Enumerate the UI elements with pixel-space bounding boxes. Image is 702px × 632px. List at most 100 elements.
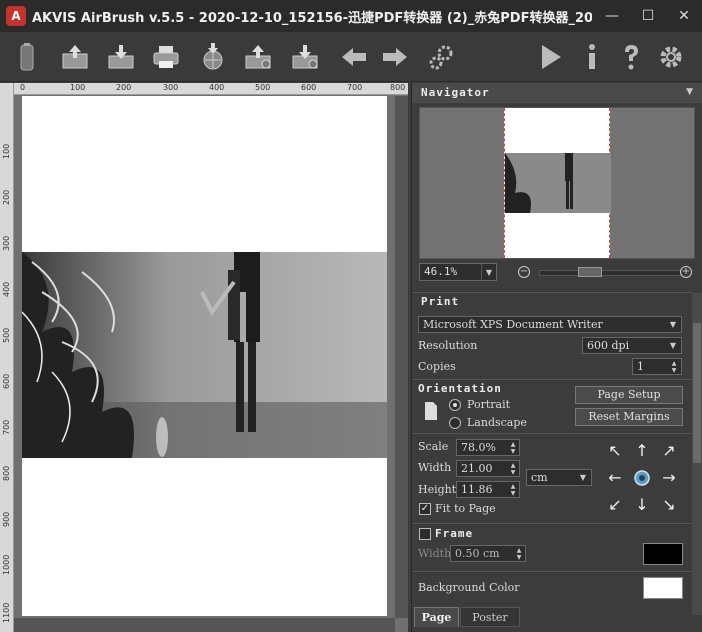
share-icon[interactable]: [241, 40, 275, 74]
zoom-in-button[interactable]: +: [680, 266, 692, 278]
page-setup-button[interactable]: Page Setup: [575, 386, 683, 404]
height-label: Height: [418, 483, 457, 496]
ruler-label: 100: [70, 83, 86, 92]
align-bottom-left-icon[interactable]: ↙: [606, 496, 624, 514]
export-icon[interactable]: [288, 40, 322, 74]
landscape-label: Landscape: [467, 416, 527, 429]
toolbar: [0, 32, 702, 82]
ruler-label: 1100: [2, 602, 11, 623]
print-section-title: Print: [421, 295, 460, 308]
zoom-dropdown-icon[interactable]: ▼: [481, 264, 496, 280]
orientation-section-title: Orientation: [418, 382, 502, 395]
preferences-icon[interactable]: [654, 40, 688, 74]
ruler-label: 600: [2, 373, 11, 389]
copies-label: Copies: [418, 360, 456, 373]
portrait-label: Portrait: [467, 398, 511, 411]
canvas-horizontal-scrollbar[interactable]: [14, 618, 395, 632]
publish-icon[interactable]: [196, 40, 230, 74]
ruler-label: 700: [2, 419, 11, 435]
zoom-out-button[interactable]: −: [518, 266, 530, 278]
navigator-page-thumbnail: [504, 108, 611, 258]
ruler-label: 500: [2, 327, 11, 343]
ruler-label: 200: [2, 189, 11, 205]
settings-gears-icon[interactable]: [424, 40, 458, 74]
align-center-icon[interactable]: [633, 469, 651, 487]
navigator-header[interactable]: Navigator ▼: [412, 83, 702, 103]
navigator-preview[interactable]: [419, 107, 695, 259]
redo-icon[interactable]: [378, 40, 412, 74]
collapse-triangle-icon[interactable]: ▼: [686, 87, 693, 97]
align-left-icon[interactable]: ←: [606, 469, 624, 487]
frame-checkbox[interactable]: [419, 528, 431, 540]
ruler-label: 100: [2, 143, 11, 159]
frame-color-swatch[interactable]: [643, 543, 683, 565]
navigator-image-thumbnail: [505, 153, 611, 213]
ruler-label: 1000: [2, 554, 11, 575]
frame-width-stepper[interactable]: ▲ ▼: [513, 546, 525, 561]
print-icon[interactable]: [149, 40, 183, 74]
app-logo-icon: A: [6, 6, 26, 26]
divider: [412, 523, 692, 524]
align-bottom-icon[interactable]: ↓: [633, 496, 651, 514]
reset-margins-button[interactable]: Reset Margins: [575, 408, 683, 426]
portrait-radio[interactable]: [449, 399, 461, 411]
ruler-label: 800: [390, 83, 406, 92]
scale-label: Scale: [418, 440, 449, 453]
printer-select[interactable]: Microsoft XPS Document Writer: [418, 316, 682, 333]
align-top-left-icon[interactable]: ↖: [606, 442, 624, 460]
align-bottom-right-icon[interactable]: ↘: [660, 496, 678, 514]
undo-icon[interactable]: [337, 40, 371, 74]
background-color-swatch[interactable]: [643, 577, 683, 599]
battery-icon[interactable]: [10, 40, 44, 74]
panel-scrollbar-thumb[interactable]: [693, 323, 701, 463]
ruler-label: 800: [2, 465, 11, 481]
ruler-label: 0: [20, 83, 26, 92]
align-top-right-icon[interactable]: ↗: [660, 442, 678, 460]
ruler-label: 400: [209, 83, 225, 92]
open-icon[interactable]: [58, 40, 92, 74]
artwork-image: [22, 252, 387, 458]
ruler-label: 300: [163, 83, 179, 92]
ruler-label: 600: [301, 83, 317, 92]
maximize-button[interactable]: ☐: [630, 0, 666, 32]
fit-to-page-checkbox[interactable]: ✓: [419, 503, 431, 515]
align-right-icon[interactable]: →: [660, 469, 678, 487]
scale-stepper[interactable]: ▲ ▼: [507, 440, 519, 455]
canvas-vertical-scrollbar[interactable]: [395, 96, 408, 618]
help-icon[interactable]: [614, 40, 648, 74]
zoom-slider-handle[interactable]: [578, 267, 602, 277]
ruler-label: 700: [347, 83, 363, 92]
window-title: AKVIS AirBrush v.5.5 - 2020-12-10_152156…: [32, 10, 592, 26]
resolution-dropdown-icon[interactable]: ▼: [665, 338, 681, 353]
title-bar: A AKVIS AirBrush v.5.5 - 2020-12-10_1521…: [0, 0, 702, 32]
ruler-label: 400: [2, 281, 11, 297]
navigator-title: Navigator: [421, 86, 490, 99]
run-icon[interactable]: [533, 40, 567, 74]
divider: [412, 379, 692, 380]
copies-stepper[interactable]: ▲ ▼: [668, 359, 680, 374]
info-icon[interactable]: [575, 40, 609, 74]
fit-to-page-label: Fit to Page: [435, 502, 496, 515]
close-button[interactable]: ✕: [666, 0, 702, 32]
ruler-label: 300: [2, 235, 11, 251]
width-stepper[interactable]: ▲ ▼: [507, 461, 519, 476]
printer-dropdown-icon[interactable]: ▼: [665, 317, 681, 332]
frame-width-label: Width: [418, 547, 452, 560]
minimize-button[interactable]: —: [594, 0, 630, 32]
align-top-icon[interactable]: ↑: [633, 442, 651, 460]
ruler-label: 200: [116, 83, 132, 92]
save-icon[interactable]: [104, 40, 138, 74]
unit-dropdown-icon[interactable]: ▼: [575, 470, 591, 485]
ruler-label: 900: [2, 511, 11, 527]
settings-panel: Navigator ▼ 46.1% ▼ − + Print Microsoft …: [411, 83, 702, 632]
tab-poster[interactable]: Poster: [460, 607, 520, 627]
ruler-label: 500: [255, 83, 271, 92]
landscape-radio[interactable]: [449, 417, 461, 429]
zoom-slider[interactable]: [539, 270, 681, 276]
tab-page[interactable]: Page: [414, 607, 459, 627]
canvas-area[interactable]: 0 100 200 300 400 500 600 700 800 100 20…: [0, 83, 408, 632]
resolution-label: Resolution: [418, 339, 478, 352]
page-orientation-icon: [425, 402, 437, 420]
divider: [412, 571, 692, 572]
height-stepper[interactable]: ▲ ▼: [507, 482, 519, 497]
